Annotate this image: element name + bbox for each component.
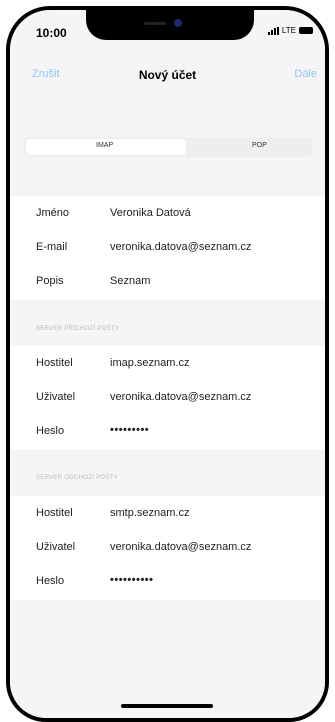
navigation-bar: Zrušit Nový účet Dále [10,50,325,98]
description-label: Popis [36,275,64,287]
segment-imap[interactable]: IMAP [96,142,113,149]
outgoing-password-row[interactable]: Heslo •••••••••• [10,566,325,594]
outgoing-password-field[interactable]: •••••••••• [110,574,154,586]
outgoing-host-field[interactable]: smtp.seznam.cz [110,507,189,519]
incoming-host-label: Hostitel [36,357,73,369]
incoming-user-row[interactable]: Uživatel veronika.datova@seznam.cz [10,382,325,410]
incoming-user-field[interactable]: veronika.datova@seznam.cz [110,391,251,403]
name-row[interactable]: Jméno Veronika Datová [10,198,325,226]
next-button[interactable]: Dále [294,68,317,80]
incoming-host-field[interactable]: imap.seznam.cz [110,357,189,369]
name-field[interactable]: Veronika Datová [110,207,191,219]
status-indicators: LTE [267,26,313,35]
camera-icon [174,19,182,27]
outgoing-password-label: Heslo [36,575,65,587]
segment-pop[interactable]: POP [252,142,267,149]
incoming-password-row[interactable]: Heslo ••••••••• [10,416,325,444]
name-label: Jméno [36,207,70,219]
outgoing-host-label: Hostitel [36,507,73,519]
account-section: Jméno Veronika Datová E-mail veronika.da… [10,196,325,300]
outgoing-user-row[interactable]: Uživatel veronika.datova@seznam.cz [10,532,325,560]
incoming-server-section: Hostitel imap.seznam.cz Uživatel veronik… [10,346,325,450]
incoming-password-label: Heslo [36,425,65,437]
speaker-grille [144,22,166,25]
description-row[interactable]: Popis Seznam [10,266,325,294]
phone-frame: 10:00 LTE Zrušit Nový účet Dále IMAP POP [6,6,329,722]
network-label: LTE [281,26,296,35]
incoming-user-label: Uživatel [36,391,76,403]
email-field[interactable]: veronika.datova@seznam.cz [110,241,251,253]
incoming-host-row[interactable]: Hostitel imap.seznam.cz [10,348,325,376]
notch [86,10,254,40]
outgoing-user-label: Uživatel [36,541,76,553]
screen: 10:00 LTE Zrušit Nový účet Dále IMAP POP [10,10,325,718]
incoming-password-field[interactable]: ••••••••• [110,424,149,436]
battery-icon [299,27,313,34]
protocol-segmented-control: IMAP POP [24,137,312,157]
page-title: Nový účet [138,68,197,82]
home-indicator[interactable] [121,704,213,708]
signal-icon [267,26,279,35]
status-time: 10:00 [36,26,67,40]
incoming-server-header: SERVER PŘÍCHOZÍ POŠTY [36,326,120,332]
outgoing-host-row[interactable]: Hostitel smtp.seznam.cz [10,498,325,526]
email-label: E-mail [36,241,68,253]
outgoing-server-header: SERVER ODCHOZÍ POŠTY [36,475,118,481]
outgoing-server-section: Hostitel smtp.seznam.cz Uživatel veronik… [10,496,325,600]
description-field[interactable]: Seznam [110,275,150,287]
outgoing-user-field[interactable]: veronika.datova@seznam.cz [110,541,251,553]
email-row[interactable]: E-mail veronika.datova@seznam.cz [10,232,325,260]
